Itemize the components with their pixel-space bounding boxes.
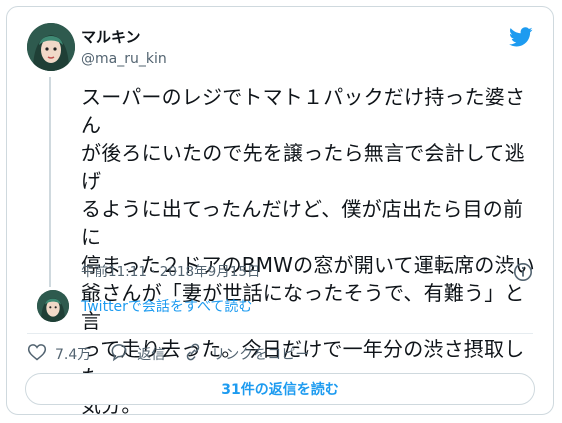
read-replies-button[interactable]: 31件の返信を読む xyxy=(25,373,535,405)
reply-label: 返信 xyxy=(137,347,166,363)
copy-link-label: リンクをコピー xyxy=(211,347,310,363)
like-count: 7.4万 xyxy=(55,347,92,363)
info-icon[interactable] xyxy=(513,262,533,282)
reply-button[interactable]: 返信 xyxy=(109,342,165,366)
link-icon xyxy=(183,342,203,366)
tweet-timestamp[interactable]: 午前11:11 · 2018年9月15日 xyxy=(81,263,260,281)
reply-icon xyxy=(109,342,129,366)
divider xyxy=(27,333,533,334)
author-handle[interactable]: @ma_ru_kin xyxy=(81,50,167,68)
action-bar: 7.4万 返信 リンクをコピー xyxy=(27,343,309,365)
heart-icon xyxy=(27,342,47,366)
read-conversation-link[interactable]: Twitterで会話をすべて読む xyxy=(81,298,252,316)
author-avatar-small[interactable] xyxy=(37,290,69,322)
twitter-bird-icon[interactable] xyxy=(509,25,533,49)
thread-line xyxy=(49,77,51,287)
like-button[interactable]: 7.4万 xyxy=(27,342,91,366)
tweet-text: スーパーのレジでトマト１パックだけ持った婆さん が後ろにいたので先を譲ったら無言… xyxy=(81,85,535,417)
tweet-card: マルキン @ma_ru_kin スーパーのレジでトマト１パックだけ持った婆さん … xyxy=(6,6,554,417)
copy-link-button[interactable]: リンクをコピー xyxy=(183,342,309,366)
author-avatar[interactable] xyxy=(27,23,75,71)
author-display-name[interactable]: マルキン xyxy=(81,27,141,47)
